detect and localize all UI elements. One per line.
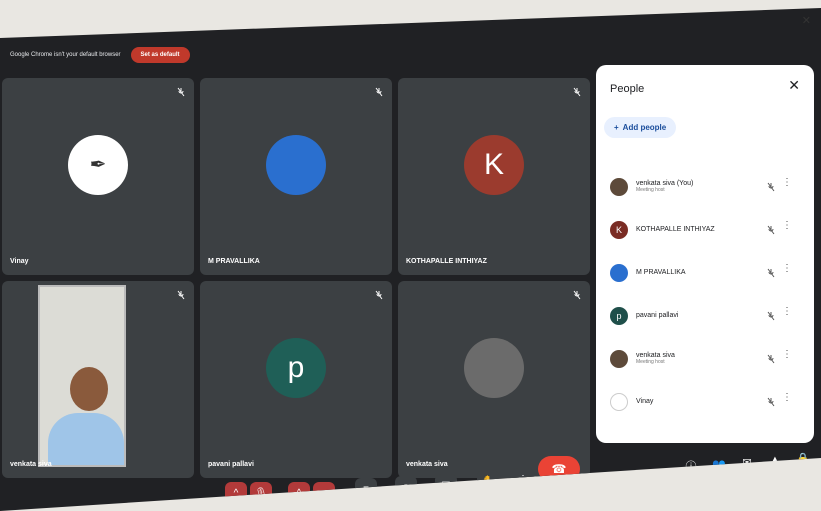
- close-icon[interactable]: ✕: [788, 77, 800, 94]
- avatar: [610, 263, 628, 282]
- participant-name: KOTHAPALLE INTHIYAZ: [636, 226, 715, 233]
- host-controls-icon[interactable]: 🔒: [795, 450, 811, 466]
- participant-role: Meeting host: [636, 359, 665, 365]
- avatar: [610, 392, 628, 411]
- emoji-button[interactable]: ☺: [395, 476, 417, 498]
- participant-tile[interactable]: venkata siva: [2, 281, 194, 478]
- audio-options-button[interactable]: ^: [225, 482, 247, 504]
- people-icon[interactable]: 👥: [711, 456, 727, 472]
- participant-tile[interactable]: K KOTHAPALLE INTHIYAZ: [398, 78, 590, 275]
- participant-info: venkata siva (You) Meeting host: [636, 180, 693, 193]
- participant-tile[interactable]: M PRAVALLIKA: [200, 78, 392, 275]
- participant-name: pavani pallavi: [636, 312, 679, 319]
- mic-off-icon: [766, 308, 776, 321]
- avatar: [464, 337, 524, 398]
- participant-row[interactable]: venkata siva Meeting host ⋮: [610, 337, 806, 380]
- avatar: p: [266, 337, 326, 398]
- tile-name: M PRAVALLIKA: [208, 258, 260, 265]
- people-panel: People ✕ + Add people venkata siva (You)…: [596, 65, 814, 443]
- meeting-title: Bos Meeting For BBA Semester-II: [52, 12, 180, 21]
- participant-tile[interactable]: venkata siva: [398, 281, 590, 478]
- tile-name: venkata siva: [10, 461, 52, 468]
- raise-hand-button[interactable]: ✋: [477, 470, 499, 492]
- present-button[interactable]: ▣: [435, 474, 457, 496]
- more-options-icon[interactable]: ⋮: [782, 349, 792, 360]
- camera-toggle-button[interactable]: ■: [313, 482, 335, 504]
- participant-list: venkata siva (You) Meeting host ⋮ K KOTH…: [610, 165, 806, 423]
- mic-off-icon: [176, 84, 186, 97]
- participant-row[interactable]: Vinay ⋮: [610, 380, 806, 423]
- participant-tile[interactable]: p pavani pallavi: [200, 281, 392, 478]
- add-people-button[interactable]: + Add people: [604, 117, 677, 138]
- participant-name: venkata siva (You): [636, 180, 694, 187]
- tile-name: Vinay: [10, 258, 29, 265]
- info-icon[interactable]: ⓘ: [683, 458, 699, 474]
- avatar: [610, 177, 628, 196]
- participant-name: venkata siva: [636, 352, 675, 359]
- participant-name: M PRAVALLIKA: [636, 269, 686, 276]
- tile-name: pavani pallavi: [208, 461, 254, 468]
- participant-row[interactable]: M PRAVALLIKA ⋮: [610, 251, 806, 294]
- close-icon[interactable]: ✕: [802, 14, 811, 27]
- mic-toggle-button[interactable]: 🎙: [250, 482, 272, 504]
- infobar-text: Google Chrome isn't your default browser: [10, 52, 121, 58]
- tile-name: KOTHAPALLE INTHIYAZ: [406, 258, 487, 265]
- avatar: K: [610, 220, 628, 239]
- mic-off-icon: [766, 179, 776, 192]
- participant-row[interactable]: p pavani pallavi ⋮: [610, 294, 806, 337]
- participant-role: Meeting host: [636, 187, 665, 193]
- more-options-icon[interactable]: ⋮: [782, 220, 792, 231]
- captions-button[interactable]: ≡: [355, 478, 377, 500]
- add-people-label: Add people: [622, 123, 667, 132]
- avatar: [610, 349, 628, 368]
- clock: 11:05 AM: [6, 12, 41, 21]
- participant-grid: ✒ Vinay M PRAVALLIKA K KOTHAPALLE INTHIY…: [2, 78, 590, 478]
- end-call-button[interactable]: ☎: [538, 456, 580, 482]
- meet-window: Google Chrome isn't your default browser…: [0, 8, 821, 511]
- tile-name: venkata siva: [406, 461, 448, 468]
- mic-off-icon: [176, 287, 186, 300]
- mic-off-icon: [572, 84, 582, 97]
- participant-info: pavani pallavi: [636, 312, 678, 319]
- camera-video: [38, 285, 126, 467]
- set-default-button[interactable]: Set as default: [130, 47, 190, 63]
- participant-row[interactable]: venkata siva (You) Meeting host ⋮: [610, 165, 806, 208]
- video-options-button[interactable]: ^: [288, 482, 310, 504]
- participant-info: KOTHAPALLE INTHIYAZ: [636, 226, 715, 233]
- more-options-button[interactable]: ⋮: [512, 468, 534, 490]
- mic-off-icon: [374, 84, 384, 97]
- mic-off-icon: [766, 394, 776, 407]
- avatar: K: [464, 134, 524, 195]
- participant-tile[interactable]: ✒ Vinay: [2, 78, 194, 275]
- participant-row[interactable]: K KOTHAPALLE INTHIYAZ ⋮: [610, 208, 806, 251]
- person-face: [70, 367, 108, 411]
- more-options-icon[interactable]: ⋮: [782, 306, 792, 317]
- mic-off-icon: [766, 265, 776, 278]
- participant-info: Vinay: [636, 398, 653, 405]
- more-options-icon[interactable]: ⋮: [782, 392, 792, 403]
- activities-icon[interactable]: ▲: [767, 452, 783, 468]
- chat-icon[interactable]: ✉: [739, 454, 755, 470]
- mic-off-icon: [766, 351, 776, 364]
- avatar: p: [610, 306, 628, 325]
- mic-off-icon: [766, 222, 776, 235]
- participant-info: venkata siva Meeting host: [636, 352, 675, 365]
- people-title: People: [610, 83, 645, 95]
- more-options-icon[interactable]: ⋮: [782, 263, 792, 274]
- avatar: ✒: [68, 134, 128, 195]
- avatar: [266, 134, 326, 195]
- more-options-icon[interactable]: ⋮: [782, 177, 792, 188]
- participant-name: Vinay: [636, 398, 654, 405]
- person-shirt: [48, 413, 124, 465]
- mic-off-icon: [572, 287, 582, 300]
- add-person-icon: +: [614, 123, 619, 132]
- mic-off-icon: [374, 287, 384, 300]
- participant-info: M PRAVALLIKA: [636, 269, 686, 276]
